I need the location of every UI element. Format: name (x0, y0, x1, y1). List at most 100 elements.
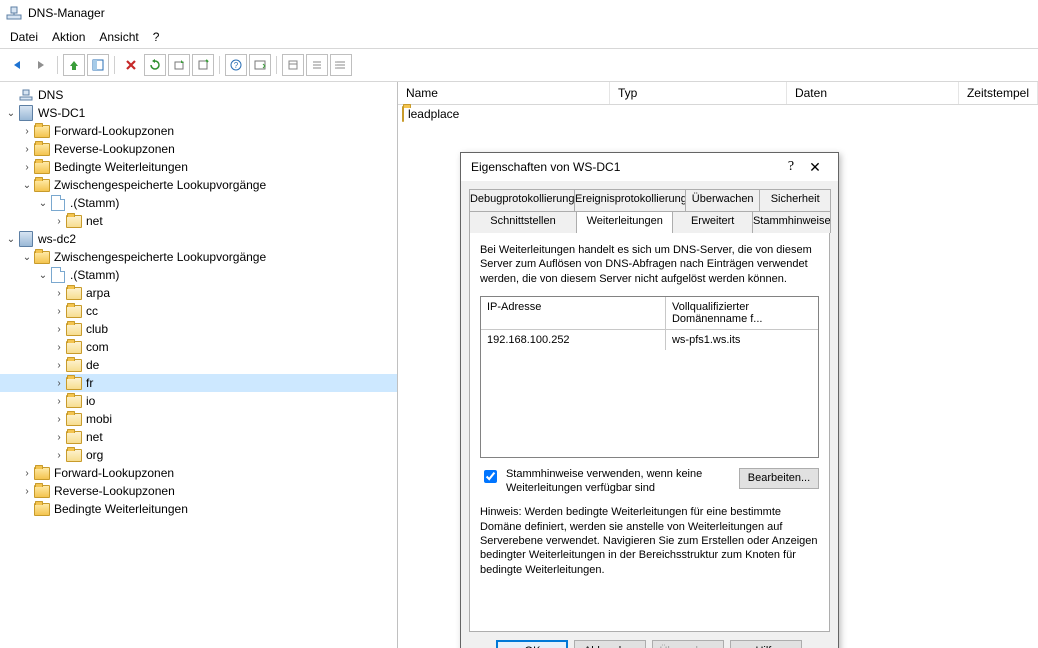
list-header: Name Typ Daten Zeitstempel (398, 82, 1038, 105)
tree-label: fr (86, 376, 93, 390)
dialog-title: Eigenschaften von WS-DC1 (471, 160, 780, 174)
tree-server-wsdc1[interactable]: ⌄WS-DC1 (0, 104, 397, 122)
tree-zone-club[interactable]: ›club (0, 320, 397, 338)
column-type[interactable]: Typ (610, 82, 787, 104)
tree-conditional-fwd-2[interactable]: Bedingte Weiterleitungen (0, 500, 397, 518)
forwarders-row[interactable]: 192.168.100.252 ws-pfs1.ws.its (481, 330, 818, 350)
separator (219, 56, 220, 74)
window-titlebar: DNS-Manager (0, 0, 1038, 26)
tab-forwarders[interactable]: Weiterleitungen (576, 211, 673, 233)
column-name[interactable]: Name (398, 82, 610, 104)
up-button[interactable] (63, 54, 85, 76)
col-ip-address[interactable]: IP-Adresse (481, 297, 666, 329)
tab-interfaces[interactable]: Schnittstellen (469, 211, 577, 233)
separator (57, 56, 58, 74)
tree-reverse-lookup-2[interactable]: ›Reverse-Lookupzonen (0, 482, 397, 500)
properties-button[interactable] (192, 54, 214, 76)
tab-event-logging[interactable]: Ereignisprotokollierung (574, 189, 686, 211)
tree-zone-net[interactable]: ›net (0, 428, 397, 446)
tree-label: club (86, 322, 108, 336)
tree-zone-arpa[interactable]: ›arpa (0, 284, 397, 302)
export-button[interactable] (168, 54, 190, 76)
tree-zone-de[interactable]: ›de (0, 356, 397, 374)
tree-zone-com[interactable]: ›com (0, 338, 397, 356)
tree-label: Bedingte Weiterleitungen (54, 160, 188, 174)
tab-body: Bei Weiterleitungen handelt es sich um D… (469, 232, 830, 632)
view-button-3[interactable] (330, 54, 352, 76)
tree-label: Reverse-Lookupzonen (54, 484, 175, 498)
col-fqdn[interactable]: Vollqualifizierter Domänenname f... (666, 297, 818, 329)
tree-label: arpa (86, 286, 110, 300)
tree-zone-cc[interactable]: ›cc (0, 302, 397, 320)
tree-label: ws-dc2 (38, 232, 76, 246)
forwarders-table[interactable]: IP-Adresse Vollqualifizierter Domänennam… (480, 296, 819, 458)
tab-advanced[interactable]: Erweitert (672, 211, 753, 233)
back-button[interactable] (6, 54, 28, 76)
properties-dialog: Eigenschaften von WS-DC1 ? ✕ Debugprotok… (460, 152, 839, 648)
column-timestamp[interactable]: Zeitstempel (959, 82, 1038, 104)
menu-file[interactable]: Datei (10, 30, 38, 44)
delete-button[interactable] (120, 54, 142, 76)
tree-zone-org[interactable]: ›org (0, 446, 397, 464)
tab-monitoring[interactable]: Überwachen (685, 189, 760, 211)
tree-forward-lookup-2[interactable]: ›Forward-Lookupzonen (0, 464, 397, 482)
forward-button[interactable] (30, 54, 52, 76)
menu-help[interactable]: ? (153, 30, 160, 44)
tree-server-wsdc2[interactable]: ⌄ws-dc2 (0, 230, 397, 248)
tab-root-hints[interactable]: Stammhinweise (752, 211, 831, 233)
menubar: Datei Aktion Ansicht ? (0, 26, 1038, 48)
tree-label: WS-DC1 (38, 106, 85, 120)
view-button-1[interactable] (282, 54, 304, 76)
column-data[interactable]: Daten (787, 82, 959, 104)
tab-security[interactable]: Sicherheit (759, 189, 831, 211)
tree-stamm-1[interactable]: ⌄.(Stamm) (0, 194, 397, 212)
cancel-button[interactable]: Abbrechen (574, 640, 646, 648)
apply-button: Übernehmen (652, 640, 724, 648)
tree-conditional-fwd-1[interactable]: ›Bedingte Weiterleitungen (0, 158, 397, 176)
tree-label: .(Stamm) (70, 268, 119, 282)
root-hints-checkbox[interactable] (484, 470, 497, 483)
refresh-button[interactable] (144, 54, 166, 76)
list-item[interactable]: leadplace (398, 105, 1038, 123)
cell-fqdn: ws-pfs1.ws.its (666, 330, 818, 350)
tree-reverse-lookup-1[interactable]: ›Reverse-Lookupzonen (0, 140, 397, 158)
dialog-titlebar: Eigenschaften von WS-DC1 ? ✕ (461, 153, 838, 181)
ok-button[interactable]: OK (496, 640, 568, 648)
tree-root-dns[interactable]: DNS (0, 86, 397, 104)
forwarders-hint: Hinweis: Werden bedingte Weiterleitungen… (480, 505, 819, 576)
tree-zone-io[interactable]: ›io (0, 392, 397, 410)
tabstrip: Debugprotokollierung Ereignisprotokollie… (461, 181, 838, 632)
tree-label: cc (86, 304, 98, 318)
show-hide-tree-button[interactable] (87, 54, 109, 76)
tree-zone-fr[interactable]: ›fr (0, 374, 397, 392)
tree-cached-lookups-1[interactable]: ⌄Zwischengespeicherte Lookupvorgänge (0, 176, 397, 194)
tree-net-1[interactable]: ›net (0, 212, 397, 230)
tree-panel[interactable]: DNS ⌄WS-DC1 ›Forward-Lookupzonen ›Revers… (0, 82, 398, 648)
toolbar-container: ? (0, 48, 1038, 82)
help-button[interactable]: Hilfe (730, 640, 802, 648)
tree-forward-lookup-1[interactable]: ›Forward-Lookupzonen (0, 122, 397, 140)
tree-stamm-2[interactable]: ⌄.(Stamm) (0, 266, 397, 284)
root-hints-label[interactable]: Stammhinweise verwenden, wenn keine Weit… (506, 468, 716, 496)
dialog-close-icon[interactable]: ✕ (802, 159, 828, 176)
tree-cached-lookups-2[interactable]: ⌄Zwischengespeicherte Lookupvorgänge (0, 248, 397, 266)
dialog-help-icon[interactable]: ? (780, 159, 802, 175)
tree-label: Reverse-Lookupzonen (54, 142, 175, 156)
main-area: DNS ⌄WS-DC1 ›Forward-Lookupzonen ›Revers… (0, 82, 1038, 648)
tree-zone-mobi[interactable]: ›mobi (0, 410, 397, 428)
action-button-1[interactable] (249, 54, 271, 76)
tree-label: net (86, 430, 103, 444)
help-button[interactable]: ? (225, 54, 247, 76)
menu-action[interactable]: Aktion (52, 30, 85, 44)
tree-label: Forward-Lookupzonen (54, 124, 174, 138)
tree-label: io (86, 394, 95, 408)
menu-view[interactable]: Ansicht (99, 30, 138, 44)
dns-manager-icon (6, 5, 22, 21)
separator (276, 56, 277, 74)
view-button-2[interactable] (306, 54, 328, 76)
tree-label: Zwischengespeicherte Lookupvorgänge (54, 250, 266, 264)
edit-button[interactable]: Bearbeiten... (739, 468, 819, 489)
tree-label: com (86, 340, 109, 354)
tree-label: DNS (38, 88, 63, 102)
tab-debug-logging[interactable]: Debugprotokollierung (469, 189, 575, 211)
